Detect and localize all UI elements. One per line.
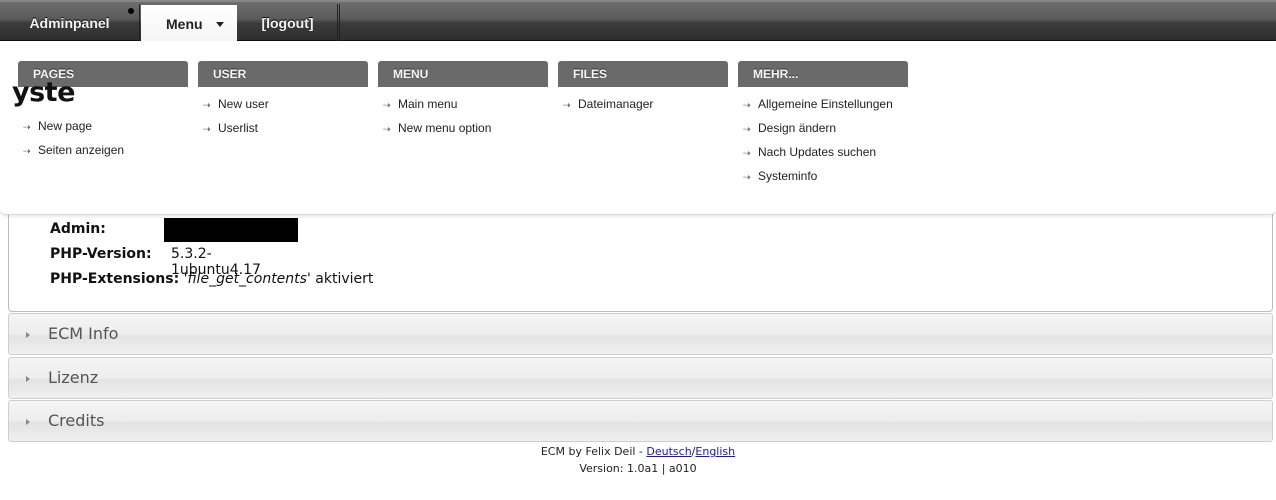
- extension-name: file_get_contents: [187, 271, 307, 287]
- menu-item-main-menu[interactable]: ⇢ Main menu: [378, 94, 548, 118]
- arrow-right-icon: ⇢: [203, 124, 211, 134]
- collapsed-arrow-icon: [26, 376, 30, 382]
- info-row-php-version: PHP-Version: 5.3.2-1ubuntu4.17: [50, 246, 261, 278]
- menu-column-items: ⇢ Main menu ⇢ New menu option: [378, 87, 548, 142]
- menu-item-userlist[interactable]: ⇢ Userlist: [198, 118, 368, 142]
- language-link-deutsch[interactable]: Deutsch: [646, 445, 691, 458]
- page-title-overlap: yste: [12, 77, 75, 108]
- arrow-right-icon: ⇢: [383, 100, 391, 110]
- arrow-right-icon: ⇢: [23, 146, 31, 156]
- caret-down-icon: [216, 22, 224, 27]
- menu-item-new-page[interactable]: ⇢ New page: [18, 116, 188, 140]
- menu-item-systeminfo[interactable]: ⇢ Systeminfo: [738, 166, 908, 190]
- menu-item-new-menu-option[interactable]: ⇢ New menu option: [378, 118, 548, 142]
- menu-column-title: MEHR...: [738, 61, 908, 87]
- info-value: 'file_get_contents' aktiviert: [183, 271, 374, 287]
- collapsed-arrow-icon: [26, 332, 30, 338]
- menu-column-files: FILES ⇢ Dateimanager: [558, 61, 728, 118]
- arrow-right-icon: ⇢: [743, 148, 751, 158]
- menu-column-items: ⇢ Dateimanager: [558, 87, 728, 118]
- nav-adminpanel[interactable]: Adminpanel: [0, 4, 140, 42]
- nav-divider: [339, 4, 340, 42]
- menu-item-allgemeine-einstellungen[interactable]: ⇢ Allgemeine Einstellungen: [738, 94, 908, 118]
- info-key: Admin:: [50, 221, 106, 237]
- accordion-label: Lizenz: [48, 368, 99, 387]
- menu-item-label: Main menu: [398, 97, 458, 111]
- nav-logout[interactable]: [logout]: [238, 4, 338, 42]
- menu-column-menu: MENU ⇢ Main menu ⇢ New menu option: [378, 61, 548, 142]
- menu-item-nach-updates-suchen[interactable]: ⇢ Nach Updates suchen: [738, 142, 908, 166]
- arrow-right-icon: ⇢: [23, 122, 31, 132]
- menu-item-label: Userlist: [218, 121, 259, 135]
- menu-item-label: Nach Updates suchen: [758, 145, 877, 159]
- extension-status: aktiviert: [310, 271, 374, 287]
- menu-column-items: ⇢ Allgemeine Einstellungen ⇢ Design ändern…: [738, 87, 908, 190]
- arrow-right-icon: ⇢: [383, 124, 391, 134]
- menu-item-new-user[interactable]: ⇢ New user: [198, 94, 368, 118]
- footer-credit-text: ECM by Felix Deil -: [540, 445, 647, 458]
- top-navigation-bar: Adminpanel Menu [logout]: [0, 0, 1276, 44]
- menu-column-title: USER: [198, 61, 368, 87]
- info-row-php-extensions: PHP-Extensions: 'file_get_contents' akti…: [50, 271, 373, 287]
- menu-item-design-aendern[interactable]: ⇢ Design ändern: [738, 118, 908, 142]
- cursor-dot-icon: [128, 8, 134, 14]
- arrow-right-icon: ⇢: [743, 172, 751, 182]
- menu-item-label: Systeminfo: [758, 169, 818, 183]
- arrow-right-icon: ⇢: [563, 100, 571, 110]
- footer-credit: ECM by Felix Deil - Deutsch/English: [0, 445, 1276, 458]
- collapsed-arrow-icon: [26, 419, 30, 425]
- accordion-credits[interactable]: Credits: [8, 400, 1273, 442]
- menu-dropdown: PAGES ⇢ New page ⇢ Seiten anzeigen USER ⇢ N…: [0, 41, 1276, 215]
- menu-item-label: Allgemeine Einstellungen: [758, 97, 893, 111]
- menu-column-mehr: MEHR... ⇢ Allgemeine Einstellungen ⇢ Desig…: [738, 61, 908, 190]
- menu-item-label: New user: [218, 97, 269, 111]
- info-row-admin: Admin:: [50, 221, 106, 237]
- footer-version: Version: 1.0a1 | a010: [579, 462, 697, 475]
- accordion-label: ECM Info: [48, 324, 119, 343]
- menu-item-seiten-anzeigen[interactable]: ⇢ Seiten anzeigen: [18, 140, 188, 164]
- menu-item-label: Dateimanager: [578, 97, 654, 111]
- accordion-lizenz[interactable]: Lizenz: [8, 357, 1273, 399]
- language-link-english[interactable]: English: [695, 445, 735, 458]
- menu-column-user: USER ⇢ New user ⇢ Userlist: [198, 61, 368, 142]
- menu-column-title: MENU: [378, 61, 548, 87]
- redacted-admin-value: [164, 218, 298, 242]
- arrow-right-icon: ⇢: [203, 100, 211, 110]
- menu-column-title: FILES: [558, 61, 728, 87]
- arrow-right-icon: ⇢: [743, 124, 751, 134]
- arrow-right-icon: ⇢: [743, 100, 751, 110]
- menu-item-label: Design ändern: [758, 121, 837, 135]
- info-key: PHP-Extensions:: [50, 271, 180, 287]
- accordion-label: Credits: [48, 411, 105, 430]
- accordion-ecm-info[interactable]: ECM Info: [8, 313, 1273, 355]
- menu-item-label: New page: [38, 119, 93, 133]
- info-key: PHP-Version:: [50, 246, 152, 262]
- menu-item-label: Seiten anzeigen: [38, 143, 125, 157]
- menu-item-label: New menu option: [398, 121, 492, 135]
- nav-menu-label: Menu: [166, 16, 203, 32]
- nav-menu[interactable]: Menu: [141, 5, 237, 44]
- menu-item-dateimanager[interactable]: ⇢ Dateimanager: [558, 94, 728, 118]
- menu-column-items: ⇢ New user ⇢ Userlist: [198, 87, 368, 142]
